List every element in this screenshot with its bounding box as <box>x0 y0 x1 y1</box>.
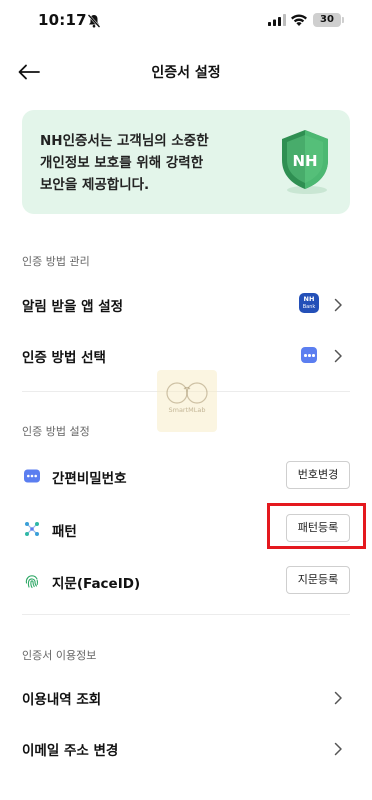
pin-dots-icon <box>24 468 40 484</box>
status-bar: 10:17 30 <box>0 0 372 44</box>
glasses-icon <box>166 382 208 404</box>
battery-indicator: 30 <box>313 13 344 27</box>
section-title-cert-info: 인증서 이용정보 <box>22 649 97 662</box>
auth-label: 지문(FaceID) <box>52 576 141 592</box>
auth-label: 간편비밀번호 <box>52 471 127 487</box>
row-label: 인증 방법 선택 <box>22 350 106 366</box>
nh-shield-icon: NH <box>282 130 328 194</box>
watermark-text: SmartMLab <box>168 406 206 414</box>
header: 인증서 설정 <box>0 48 372 96</box>
row-usage-history[interactable]: 이용내역 조회 <box>0 678 372 718</box>
auth-row-fingerprint: 지문(FaceID) 지문등록 <box>0 562 372 602</box>
page-title: 인증서 설정 <box>151 65 221 81</box>
auth-row-simple-password: 간편비밀번호 번호변경 <box>0 457 372 497</box>
banner-line-1: NH인증서는 고객님의 소중한 <box>40 133 209 149</box>
signal-icon <box>268 14 286 26</box>
chevron-right-icon <box>334 691 342 705</box>
row-change-email[interactable]: 이메일 주소 변경 <box>0 729 372 769</box>
watermark: SmartMLab <box>157 370 217 432</box>
method-dots-icon <box>301 347 317 363</box>
info-banner: NH인증서는 고객님의 소중한 개인정보 보호를 위해 강력한 보안을 제공합니… <box>22 110 350 214</box>
nh-bank-app-icon: NH Bank <box>299 293 319 313</box>
change-pin-button[interactable]: 번호변경 <box>286 461 350 489</box>
chevron-right-icon <box>334 742 342 756</box>
banner-text: NH인증서는 고객님의 소중한 개인정보 보호를 위해 강력한 보안을 제공합니… <box>40 130 260 196</box>
status-time: 10:17 <box>38 11 87 29</box>
highlight-annotation <box>267 503 366 549</box>
wifi-icon <box>291 14 307 26</box>
section-divider <box>22 614 350 615</box>
section-title-auth-settings: 인증 방법 설정 <box>22 425 90 438</box>
chevron-right-icon <box>334 349 342 363</box>
register-fingerprint-button[interactable]: 지문등록 <box>286 566 350 594</box>
row-label: 알림 받을 앱 설정 <box>22 299 124 315</box>
banner-line-3: 보안을 제공합니다. <box>40 177 150 193</box>
chevron-right-icon <box>334 298 342 312</box>
row-label: 이메일 주소 변경 <box>22 743 119 759</box>
nh-icon-top-text: NH <box>303 295 315 303</box>
row-notification-app-settings[interactable]: 알림 받을 앱 설정 NH Bank <box>0 285 372 325</box>
section-title-auth-management: 인증 방법 관리 <box>22 255 90 268</box>
bell-slash-icon <box>87 14 101 28</box>
auth-label: 패턴 <box>52 524 77 540</box>
row-label: 이용내역 조회 <box>22 692 102 708</box>
banner-line-2: 개인정보 보호를 위해 강력한 <box>40 155 204 171</box>
fingerprint-icon <box>24 573 40 589</box>
pattern-icon <box>24 521 40 537</box>
nh-icon-bottom-text: Bank <box>302 304 316 310</box>
shield-label: NH <box>292 152 317 170</box>
